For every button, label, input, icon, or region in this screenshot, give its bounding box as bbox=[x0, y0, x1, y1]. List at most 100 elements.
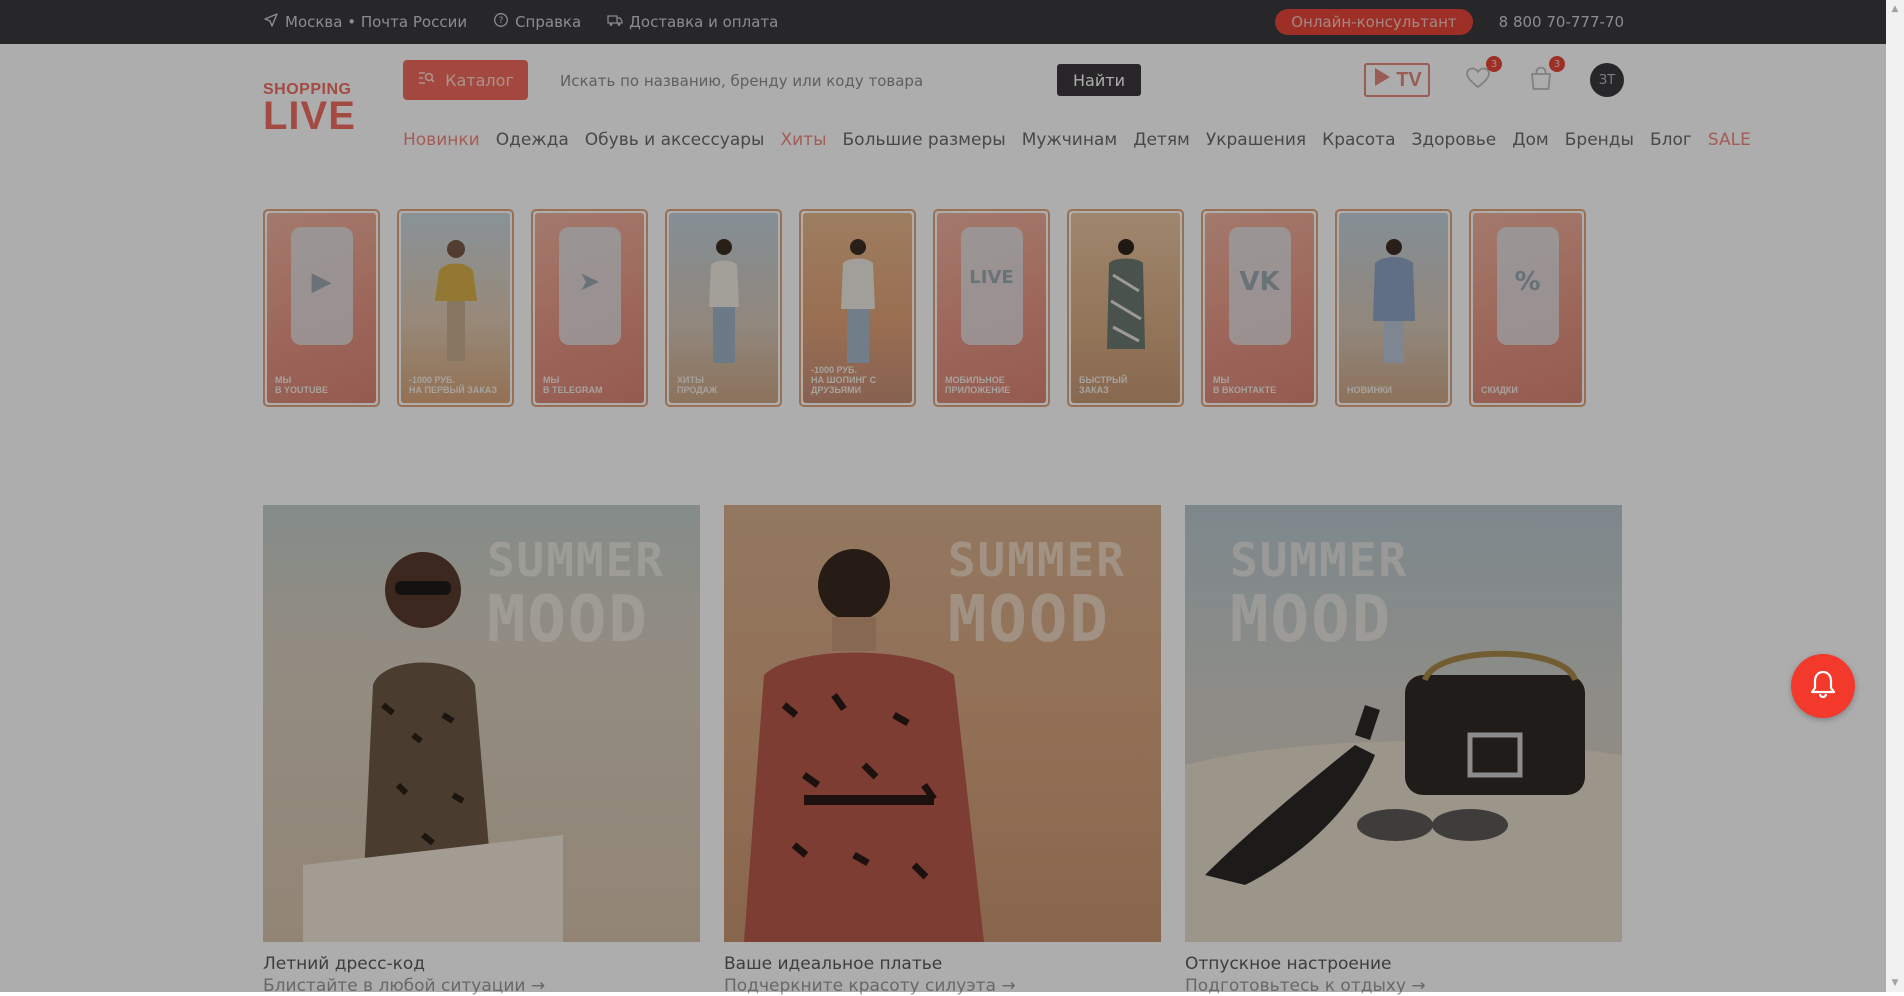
catalog-button[interactable]: Каталог bbox=[403, 60, 528, 100]
live-app-icon: LIVE bbox=[969, 267, 1014, 288]
phone-number-link[interactable]: 8 800 70-777-70 bbox=[1499, 13, 1624, 31]
story-image: LIVE МОБИЛЬНОЕ ПРИЛОЖЕНИЕ bbox=[937, 213, 1046, 403]
nav-item-health[interactable]: Здоровье bbox=[1412, 130, 1497, 150]
user-avatar[interactable]: ЗТ bbox=[1590, 63, 1624, 97]
story-mobile-app[interactable]: LIVE МОБИЛЬНОЕ ПРИЛОЖЕНИЕ bbox=[933, 209, 1050, 407]
promo-banner-vacation-mood[interactable]: SUMMER MOOD Отпускное настроение Подгото… bbox=[1185, 505, 1622, 996]
story-friends-discount[interactable]: -1000 руб. НА ШОПИНГ С ДРУЗЬЯМИ bbox=[799, 209, 916, 407]
favorites-button[interactable]: 3 bbox=[1464, 56, 1502, 94]
model-figure-icon bbox=[841, 239, 875, 363]
help-label: Справка bbox=[515, 13, 582, 31]
story-image: БЫСТРЫЙ ЗАКАЗ bbox=[1071, 213, 1180, 403]
summer-mood-overlay: SUMMER MOOD bbox=[1230, 533, 1409, 657]
site-logo[interactable]: SHOPPING LIVE bbox=[263, 82, 358, 138]
location-label: Москва • Почта России bbox=[285, 13, 468, 31]
banner-title: Летний дресс-код bbox=[263, 954, 426, 974]
stories-row: ▶ МЫ В YOUTUBE -1000 руб. НА ПЕРВЫЙ ЗАКАЗ … bbox=[263, 209, 1586, 407]
banner-image-accessories: SUMMER MOOD bbox=[1185, 505, 1622, 942]
scroll-up-arrow-icon[interactable]: ▲ bbox=[1890, 4, 1900, 14]
category-nav: Новинки Одежда Обувь и аксессуары Хиты Б… bbox=[403, 130, 1751, 150]
story-image: НОВИНКИ bbox=[1339, 213, 1448, 403]
page: Москва • Почта России ? Справка Доставка… bbox=[0, 0, 1886, 996]
story-caption: МОБИЛЬНОЕ ПРИЛОЖЕНИЕ bbox=[945, 375, 1011, 395]
nav-item-beauty[interactable]: Красота bbox=[1322, 130, 1395, 150]
nav-item-clothing[interactable]: Одежда bbox=[496, 130, 569, 150]
story-discounts[interactable]: % СКИДКИ bbox=[1469, 209, 1586, 407]
story-image: -1000 руб. НА ПЕРВЫЙ ЗАКАЗ bbox=[401, 213, 510, 403]
delivery-link[interactable]: Доставка и оплата bbox=[607, 12, 778, 32]
story-caption: МЫ В TELEGRAM bbox=[543, 375, 603, 395]
truck-icon bbox=[607, 12, 623, 32]
story-caption: МЫ В ВКОНТАКТЕ bbox=[1213, 375, 1277, 395]
model-figure-icon bbox=[1107, 239, 1145, 349]
nav-item-sale[interactable]: SALE bbox=[1708, 130, 1751, 150]
shopping-bag-icon bbox=[1527, 66, 1555, 96]
help-link[interactable]: ? Справка bbox=[493, 12, 581, 32]
nav-item-plus-sizes[interactable]: Большие размеры bbox=[843, 130, 1006, 150]
story-image: % СКИДКИ bbox=[1473, 213, 1582, 403]
story-caption: СКИДКИ bbox=[1481, 385, 1518, 395]
story-image: ХИТЫ ПРОДАЖ bbox=[669, 213, 778, 403]
banner-title: Ваше идеальное платье bbox=[724, 954, 943, 974]
promo-banner-summer-dress-code[interactable]: SUMMER MOOD Летний дресс-код Блистайте в… bbox=[263, 505, 700, 996]
story-image: -1000 руб. НА ШОПИНГ С ДРУЗЬЯМИ bbox=[803, 213, 912, 403]
story-caption: НОВИНКИ bbox=[1347, 385, 1392, 395]
nav-item-jewelry[interactable]: Украшения bbox=[1206, 130, 1306, 150]
nav-item-hits[interactable]: Хиты bbox=[780, 130, 826, 150]
story-caption: -1000 руб. НА ПЕРВЫЙ ЗАКАЗ bbox=[409, 375, 498, 395]
cart-button[interactable]: 3 bbox=[1527, 56, 1565, 96]
logo-bottom-text: LIVE bbox=[263, 94, 356, 138]
story-caption: МЫ В YOUTUBE bbox=[275, 375, 329, 395]
catalog-search-list-icon bbox=[417, 69, 435, 91]
scroll-down-arrow-icon[interactable]: ▼ bbox=[1890, 978, 1900, 988]
tv-label: TV bbox=[1396, 68, 1422, 91]
percent-icon: % bbox=[1514, 267, 1541, 297]
story-image: ▶ МЫ В YOUTUBE bbox=[267, 213, 376, 403]
banner-title: Отпускное настроение bbox=[1185, 954, 1392, 974]
vk-icon: VK bbox=[1239, 267, 1280, 297]
nav-item-shoes-accessories[interactable]: Обувь и аксессуары bbox=[585, 130, 765, 150]
page-scrollbar[interactable]: ▲ ▼ bbox=[1886, 0, 1904, 992]
delivery-label: Доставка и оплата bbox=[629, 13, 779, 31]
nav-item-men[interactable]: Мужчинам bbox=[1022, 130, 1118, 150]
story-first-order-discount[interactable]: -1000 руб. НА ПЕРВЫЙ ЗАКАЗ bbox=[397, 209, 514, 407]
notifications-button[interactable] bbox=[1791, 654, 1855, 718]
promo-banners: SUMMER MOOD Летний дресс-код Блистайте в… bbox=[263, 505, 1622, 996]
banner-subtitle-link[interactable]: Блистайте в любой ситуации → bbox=[263, 976, 700, 996]
tv-button[interactable]: TV bbox=[1364, 63, 1430, 97]
search-input[interactable] bbox=[558, 68, 1042, 94]
story-vkontakte[interactable]: VK МЫ В ВКОНТАКТЕ bbox=[1201, 209, 1318, 407]
banner-subtitle-link[interactable]: Подготовьтесь к отдыху → bbox=[1185, 976, 1622, 996]
top-bar: Москва • Почта России ? Справка Доставка… bbox=[0, 0, 1886, 44]
story-youtube[interactable]: ▶ МЫ В YOUTUBE bbox=[263, 209, 380, 407]
banner-image-swimsuit: SUMMER MOOD bbox=[263, 505, 700, 942]
story-quick-order[interactable]: БЫСТРЫЙ ЗАКАЗ bbox=[1067, 209, 1184, 407]
nav-item-new[interactable]: Новинки bbox=[403, 130, 480, 150]
story-image: ➤ МЫ В TELEGRAM bbox=[535, 213, 644, 403]
story-caption: ХИТЫ ПРОДАЖ bbox=[677, 375, 718, 395]
telegram-icon: ➤ bbox=[578, 267, 601, 297]
summer-mood-overlay: SUMMER MOOD bbox=[947, 533, 1126, 657]
youtube-icon: ▶ bbox=[311, 267, 332, 297]
promo-banner-ideal-dress[interactable]: SUMMER MOOD Ваше идеальное платье Подчер… bbox=[724, 505, 1161, 996]
location-link[interactable]: Москва • Почта России bbox=[263, 12, 467, 32]
search-button[interactable]: Найти bbox=[1057, 64, 1141, 96]
nav-item-brands[interactable]: Бренды bbox=[1565, 130, 1634, 150]
favorites-count-badge: 3 bbox=[1486, 56, 1502, 72]
story-new-arrivals[interactable]: НОВИНКИ bbox=[1335, 209, 1452, 407]
nav-item-blog[interactable]: Блог bbox=[1650, 130, 1692, 150]
model-figure-icon bbox=[435, 240, 477, 361]
bell-icon bbox=[1807, 668, 1839, 704]
play-icon bbox=[1372, 66, 1392, 94]
story-telegram[interactable]: ➤ МЫ В TELEGRAM bbox=[531, 209, 648, 407]
nav-item-kids[interactable]: Детям bbox=[1133, 130, 1190, 150]
story-caption: БЫСТРЫЙ ЗАКАЗ bbox=[1079, 375, 1128, 395]
nav-item-home[interactable]: Дом bbox=[1512, 130, 1549, 150]
online-consultant-button[interactable]: Онлайн-консультант bbox=[1275, 9, 1473, 35]
banner-image-dress: SUMMER MOOD bbox=[724, 505, 1161, 942]
story-image: VK МЫ В ВКОНТАКТЕ bbox=[1205, 213, 1314, 403]
banner-subtitle-link[interactable]: Подчеркните красоту силуэта → bbox=[724, 976, 1161, 996]
story-bestsellers[interactable]: ХИТЫ ПРОДАЖ bbox=[665, 209, 782, 407]
model-figure-icon bbox=[1373, 239, 1415, 363]
svg-text:?: ? bbox=[499, 16, 504, 26]
